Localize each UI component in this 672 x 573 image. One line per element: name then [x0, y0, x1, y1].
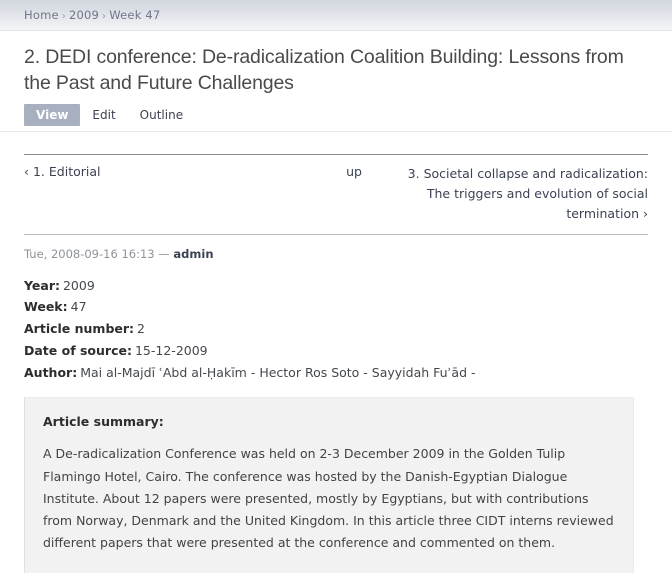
- pager-previous-link[interactable]: ‹ 1. Editorial: [24, 164, 100, 179]
- page-title: 2. DEDI conference: De-radicalization Co…: [24, 46, 624, 94]
- field-date-of-source-label: Date of source:: [24, 342, 132, 358]
- field-article-number-label: Article number:: [24, 321, 135, 337]
- breadcrumb-item-home[interactable]: Home: [24, 8, 59, 22]
- tabs-container: View Edit Outline: [0, 103, 672, 132]
- field-article-number-value: 2: [137, 321, 145, 337]
- submitted-author-link[interactable]: admin: [173, 247, 213, 261]
- field-date-of-source-value: 15-12-2009: [134, 342, 208, 358]
- field-date-of-source: Date of source: 15-12-2009: [24, 340, 648, 362]
- field-week: Week: 47: [24, 296, 648, 318]
- pager-next-link[interactable]: 3. Societal collapse and radicalization:…: [408, 166, 648, 222]
- chevron-right-icon: ›: [643, 206, 648, 222]
- field-week-value: 47: [70, 299, 87, 315]
- submitted-line: Tue, 2008-09-16 16:13 — admin: [24, 247, 648, 261]
- submitted-timestamp: Tue, 2008-09-16 16:13: [24, 246, 155, 261]
- breadcrumb-item-week-47[interactable]: Week 47: [109, 8, 160, 22]
- field-author-label: Author:: [24, 364, 78, 380]
- field-year: Year: 2009: [24, 275, 648, 297]
- article-summary-box: Article summary: A De-radicalization Con…: [24, 397, 634, 573]
- pager-up: up: [314, 164, 394, 179]
- field-week-label: Week:: [24, 299, 68, 315]
- tab-outline[interactable]: Outline: [128, 104, 195, 126]
- pager-previous-label: 1. Editorial: [32, 163, 101, 179]
- breadcrumb-separator: ›: [61, 11, 66, 22]
- field-author-value: Mai al-Majdī ʿAbd al-Ḥakīm - Hector Ros …: [80, 364, 476, 380]
- page-header: 2. DEDI conference: De-radicalization Co…: [0, 31, 672, 132]
- article-summary-title: Article summary:: [43, 414, 164, 430]
- tab-view[interactable]: View: [24, 103, 81, 126]
- submitted-dash: —: [158, 246, 170, 261]
- book-pager: ‹ 1. Editorial up 3. Societal collapse a…: [24, 153, 648, 235]
- pager-up-link[interactable]: up: [346, 164, 362, 179]
- tab-list: View Edit Outline: [24, 103, 648, 126]
- pager-next: 3. Societal collapse and radicalization:…: [394, 164, 648, 225]
- field-article-number: Article number: 2: [24, 318, 648, 340]
- breadcrumb: Home › 2009 › Week 47: [24, 8, 160, 22]
- field-year-label: Year:: [24, 277, 60, 293]
- tab-edit[interactable]: Edit: [80, 104, 127, 126]
- article-summary-text: A De-radicalization Conference was held …: [43, 446, 614, 551]
- field-year-value: 2009: [62, 277, 95, 293]
- breadcrumb-separator: ›: [102, 11, 107, 22]
- breadcrumb-item-2009[interactable]: 2009: [69, 8, 99, 22]
- breadcrumb-bar: Home › 2009 › Week 47: [0, 0, 672, 31]
- tabs-underline-divider: [0, 130, 672, 132]
- field-author: Author: Mai al-Majdī ʿAbd al-Ḥakīm - Hect…: [24, 362, 648, 384]
- pager-previous: ‹ 1. Editorial: [24, 164, 314, 179]
- chevron-left-icon: ‹: [24, 163, 29, 179]
- pager-next-label: 3. Societal collapse and radicalization:…: [407, 165, 648, 222]
- field-list: Year: 2009 Week: 47 Article number: 2 Date …: [24, 275, 648, 384]
- content-area: ‹ 1. Editorial up 3. Societal collapse a…: [0, 153, 672, 573]
